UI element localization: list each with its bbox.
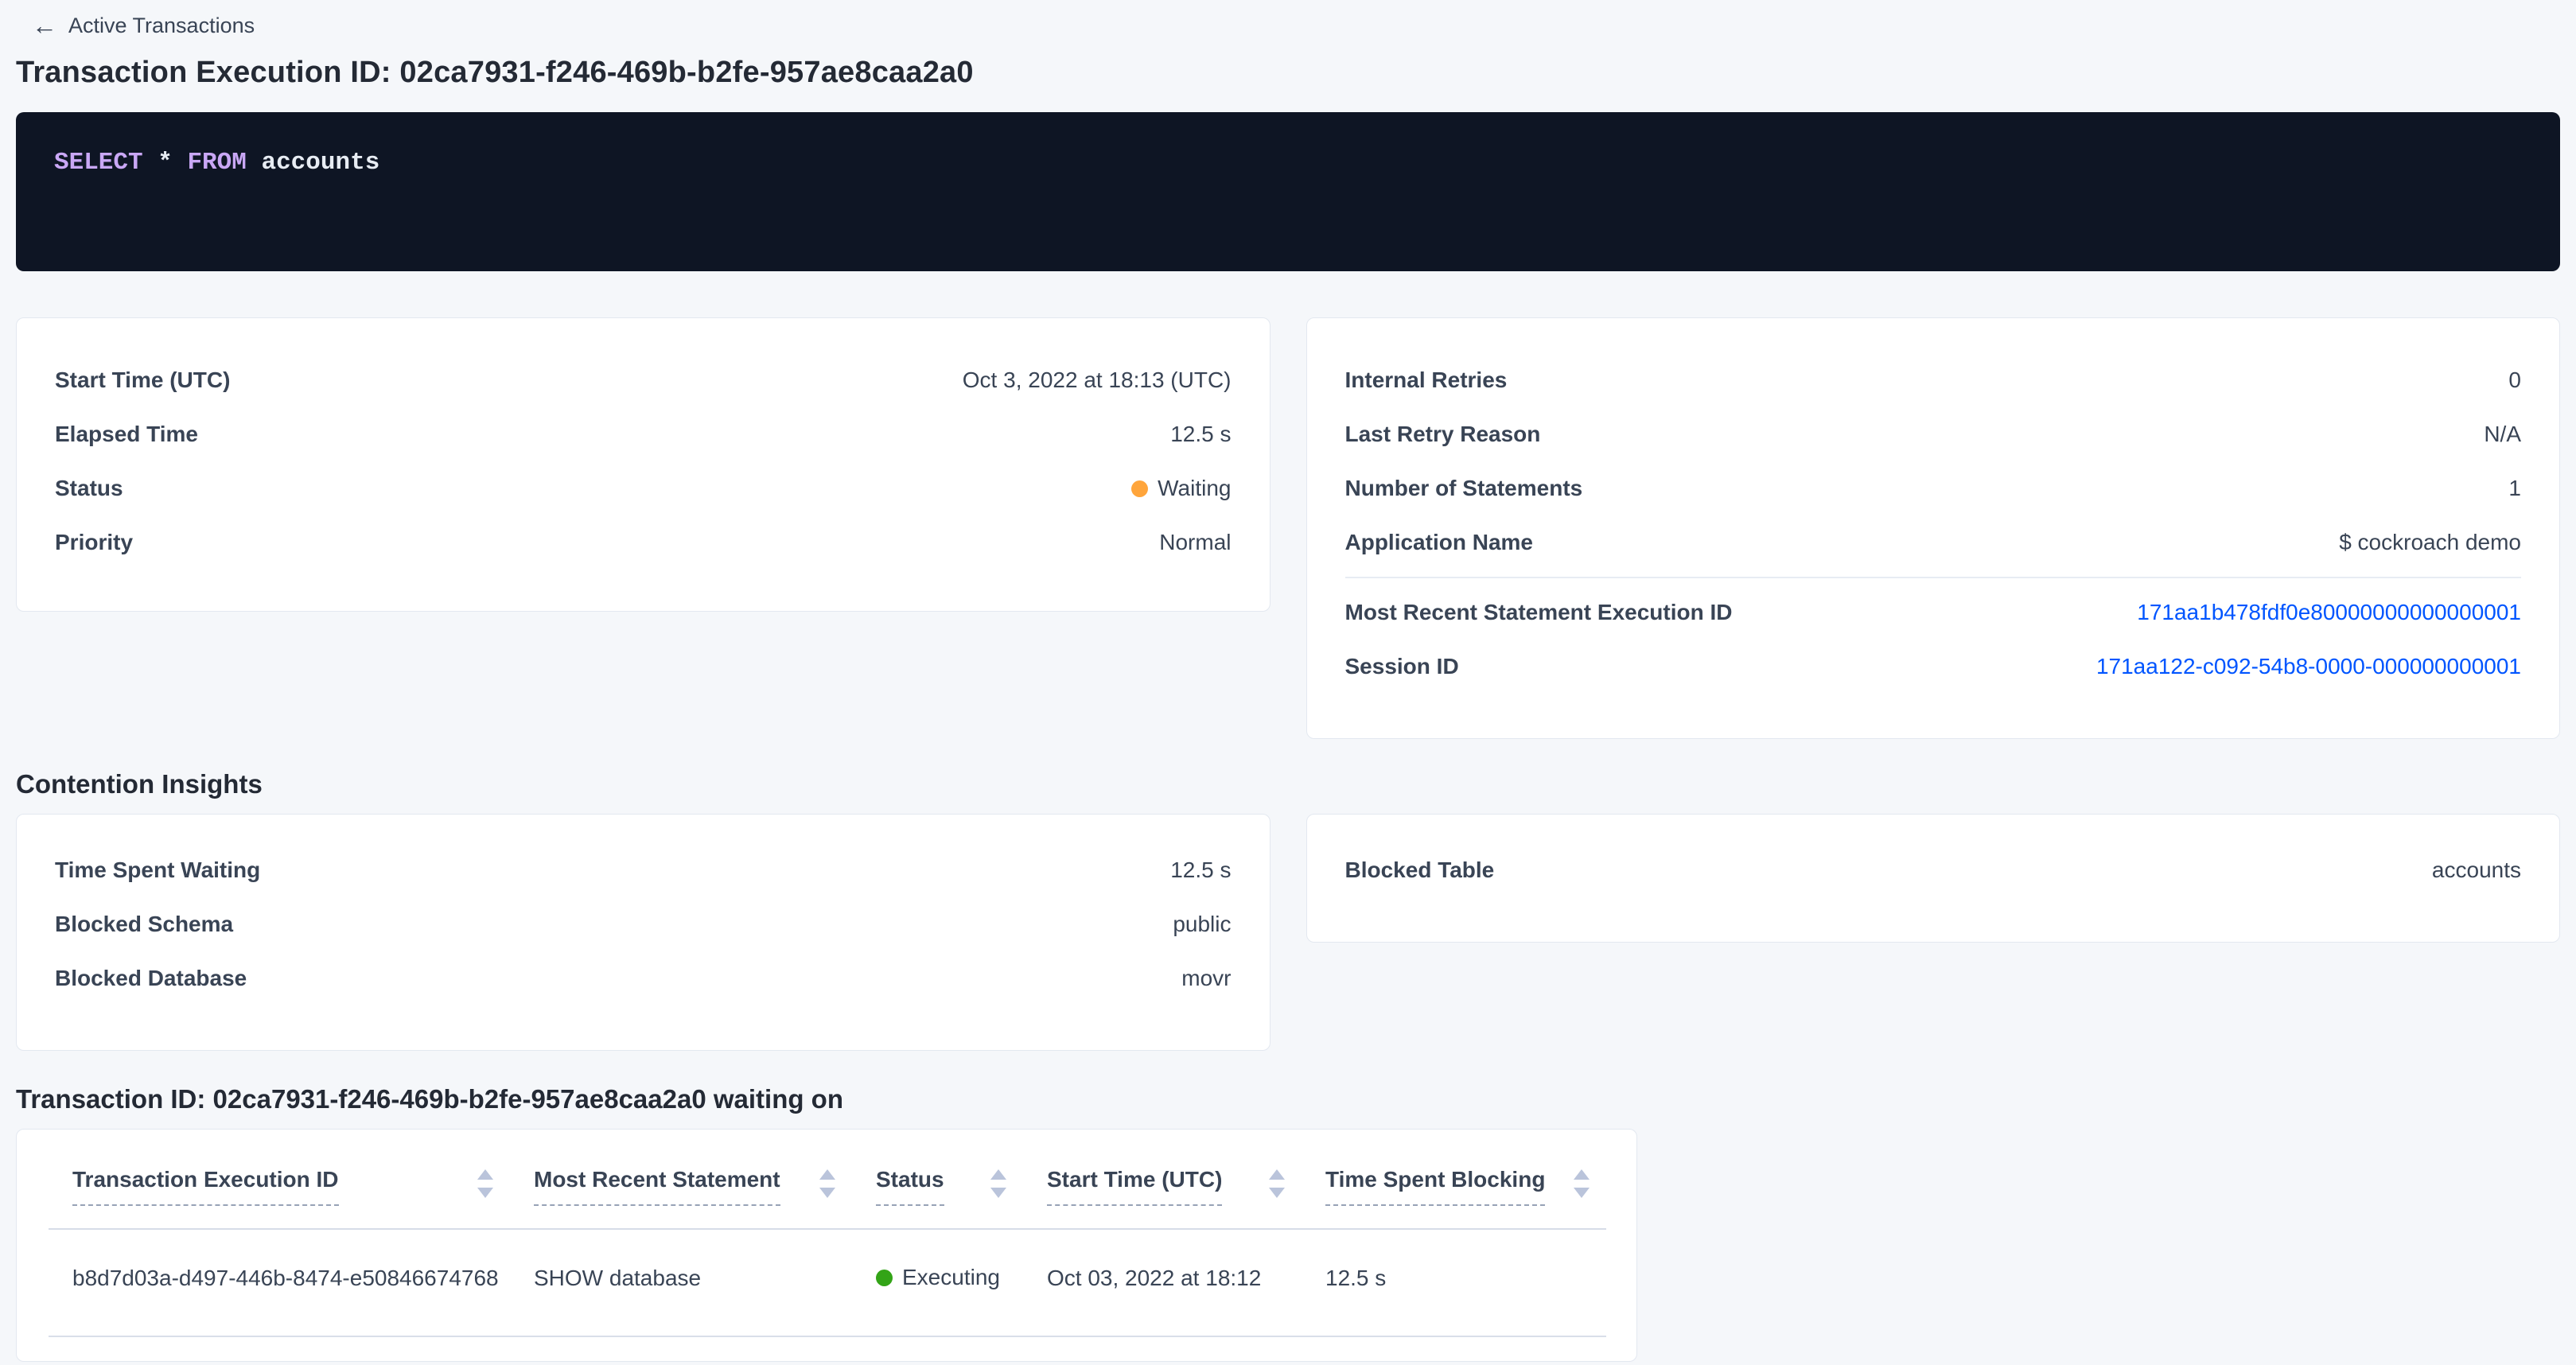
status-badge: Waiting [1131, 476, 1231, 501]
kv-row-internal-retries: Internal Retries 0 [1345, 353, 2522, 407]
sql-keyword-from: FROM [187, 149, 261, 177]
kv-row-priority: Priority Normal [55, 515, 1232, 570]
sort-arrows-icon[interactable] [1573, 1169, 1590, 1198]
page-title: Transaction Execution ID: 02ca7931-f246-… [16, 56, 2560, 90]
kv-row-blocked-schema: Blocked Schema public [55, 897, 1232, 951]
status-text: Waiting [1158, 476, 1231, 501]
cell-start-time: Oct 03, 2022 at 18:12 [1023, 1229, 1302, 1336]
contention-cards-row: Time Spent Waiting 12.5 s Blocked Schema… [16, 814, 2560, 1051]
kv-label: Internal Retries [1345, 368, 1508, 393]
waiting-on-table: Transaction Execution ID Most Recent Sta… [49, 1130, 1606, 1337]
status-text: Executing [902, 1265, 1000, 1290]
kv-label: Blocked Schema [55, 912, 233, 937]
sql-statement-box: SELECT * FROM accounts [16, 112, 2560, 271]
sort-arrows-icon[interactable] [990, 1169, 1007, 1198]
column-header-start-time[interactable]: Start Time (UTC) [1047, 1166, 1286, 1206]
column-header-label: Transaction Execution ID [72, 1166, 339, 1206]
table-header-row: Transaction Execution ID Most Recent Sta… [49, 1130, 1606, 1229]
column-header-label: Most Recent Statement [534, 1166, 780, 1206]
kv-label: Time Spent Waiting [55, 858, 260, 883]
sql-table-name: accounts [261, 149, 379, 177]
session-id-link[interactable]: 171aa122-c092-54b8-0000-000000000001 [2096, 654, 2521, 679]
contention-card-right: Blocked Table accounts [1306, 814, 2561, 943]
kv-row-most-recent-statement-execution-id: Most Recent Statement Execution ID 171aa… [1345, 585, 2522, 640]
sort-arrows-icon[interactable] [1268, 1169, 1286, 1198]
kv-label: Priority [55, 530, 133, 555]
summary-card-right: Internal Retries 0 Last Retry Reason N/A… [1306, 317, 2561, 739]
kv-label: Session ID [1345, 654, 1459, 679]
kv-value: Oct 3, 2022 at 18:13 (UTC) [963, 368, 1232, 393]
kv-label: Status [55, 476, 123, 501]
kv-row-start-time: Start Time (UTC) Oct 3, 2022 at 18:13 (U… [55, 353, 1232, 407]
kv-label: Start Time (UTC) [55, 368, 230, 393]
cell-transaction-execution-id: b8d7d03a-d497-446b-8474-e50846674768 [49, 1229, 510, 1336]
sort-arrows-icon[interactable] [477, 1169, 494, 1198]
sort-arrows-icon[interactable] [819, 1169, 836, 1198]
kv-value: 12.5 s [1170, 422, 1231, 447]
status-executing-dot-icon [876, 1270, 893, 1286]
summary-cards-row: Start Time (UTC) Oct 3, 2022 at 18:13 (U… [16, 317, 2560, 739]
kv-value: 0 [2508, 368, 2521, 393]
column-header-time-spent-blocking[interactable]: Time Spent Blocking [1325, 1166, 1590, 1206]
kv-value: 1 [2508, 476, 2521, 501]
column-header-status[interactable]: Status [876, 1166, 1007, 1206]
kv-row-application-name: Application Name $ cockroach demo [1345, 515, 2522, 570]
waiting-on-heading: Transaction ID: 02ca7931-f246-469b-b2fe-… [16, 1083, 2560, 1116]
cell-time-spent-blocking: 12.5 s [1302, 1229, 1606, 1336]
kv-label: Elapsed Time [55, 422, 198, 447]
kv-row-elapsed-time: Elapsed Time 12.5 s [55, 407, 1232, 461]
kv-value: 12.5 s [1170, 858, 1231, 883]
breadcrumb-back-active-transactions[interactable]: ← Active Transactions [16, 8, 2560, 43]
kv-value: N/A [2484, 422, 2521, 447]
status-badge: Executing [876, 1265, 1000, 1290]
contention-insights-heading: Contention Insights [16, 768, 2560, 801]
kv-value: movr [1181, 966, 1231, 991]
kv-row-session-id: Session ID 171aa122-c092-54b8-0000-00000… [1345, 640, 2522, 694]
column-header-most-recent-statement[interactable]: Most Recent Statement [534, 1166, 836, 1206]
sql-star: * [158, 149, 187, 177]
status-waiting-dot-icon [1131, 480, 1148, 497]
kv-row-blocked-database: Blocked Database movr [55, 951, 1232, 1005]
waiting-on-table-card: Transaction Execution ID Most Recent Sta… [16, 1129, 1637, 1362]
kv-label: Last Retry Reason [1345, 422, 1541, 447]
arrow-left-icon: ← [32, 13, 57, 38]
kv-row-time-spent-waiting: Time Spent Waiting 12.5 s [55, 843, 1232, 897]
kv-label: Most Recent Statement Execution ID [1345, 600, 1733, 625]
kv-row-status: Status Waiting [55, 461, 1232, 515]
kv-value: $ cockroach demo [2339, 530, 2521, 555]
kv-label: Blocked Database [55, 966, 247, 991]
column-header-label: Status [876, 1166, 944, 1206]
kv-row-last-retry-reason: Last Retry Reason N/A [1345, 407, 2522, 461]
kv-value: public [1173, 912, 1231, 937]
kv-label: Number of Statements [1345, 476, 1583, 501]
statement-execution-id-link[interactable]: 171aa1b478fdf0e80000000000000001 [2137, 600, 2521, 625]
kv-row-blocked-table: Blocked Table accounts [1345, 843, 2522, 897]
card-divider [1345, 577, 2522, 578]
kv-label: Application Name [1345, 530, 1533, 555]
sql-keyword-select: SELECT [54, 149, 158, 177]
breadcrumb-label: Active Transactions [68, 14, 255, 38]
kv-label: Blocked Table [1345, 858, 1495, 883]
kv-value: accounts [2432, 858, 2521, 883]
column-header-label: Start Time (UTC) [1047, 1166, 1222, 1206]
column-header-transaction-execution-id[interactable]: Transaction Execution ID [72, 1166, 494, 1206]
contention-card-left: Time Spent Waiting 12.5 s Blocked Schema… [16, 814, 1270, 1051]
page: ← Active Transactions Transaction Execut… [0, 0, 2576, 1362]
cell-status: Executing [852, 1229, 1023, 1336]
cell-most-recent-statement: SHOW database [510, 1229, 852, 1336]
kv-row-number-of-statements: Number of Statements 1 [1345, 461, 2522, 515]
summary-card-left: Start Time (UTC) Oct 3, 2022 at 18:13 (U… [16, 317, 1270, 612]
table-row: b8d7d03a-d497-446b-8474-e50846674768 SHO… [49, 1229, 1606, 1336]
kv-value: Normal [1159, 530, 1231, 555]
column-header-label: Time Spent Blocking [1325, 1166, 1545, 1206]
